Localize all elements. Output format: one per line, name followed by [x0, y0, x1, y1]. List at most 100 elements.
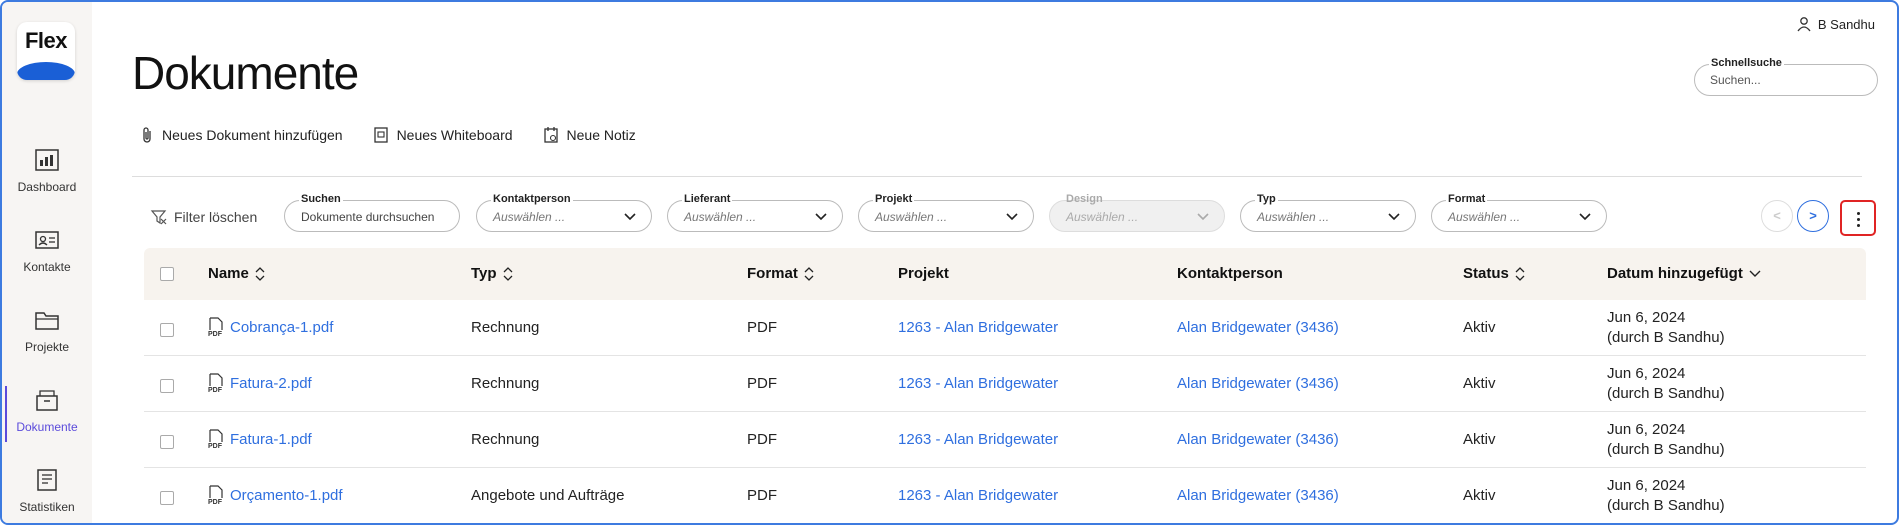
- column-header-type[interactable]: Typ: [471, 265, 513, 282]
- search-filter[interactable]: Suchen Dokumente durchsuchen: [284, 193, 460, 232]
- format-cell: PDF: [747, 375, 777, 392]
- previous-page-button[interactable]: <: [1761, 200, 1793, 232]
- type-cell: Rechnung: [471, 431, 540, 448]
- supplier-filter[interactable]: Lieferant Auswählen ...: [667, 193, 843, 232]
- column-header-label: Status: [1463, 265, 1509, 282]
- sidebar-item-dokumente[interactable]: Dokumente: [2, 386, 92, 458]
- project-link[interactable]: 1263 - Alan Bridgewater: [898, 375, 1058, 392]
- select-all-checkbox[interactable]: [160, 267, 174, 281]
- row-checkbox[interactable]: [160, 435, 174, 449]
- row-checkbox[interactable]: [160, 491, 174, 505]
- kebab-dot: [1857, 212, 1860, 215]
- table-row[interactable]: PDF Fatura-2.pdf Rechnung PDF 1263 - Ala…: [144, 356, 1866, 412]
- dashboard-icon: [35, 149, 59, 171]
- column-header-label: Datum hinzugefügt: [1607, 265, 1743, 282]
- app-logo[interactable]: Flex: [17, 22, 75, 80]
- type-filter[interactable]: Typ Auswählen ...: [1240, 193, 1416, 232]
- kebab-dot: [1857, 218, 1860, 221]
- quicksearch-input[interactable]: [1710, 73, 1860, 87]
- svg-text:PDF: PDF: [208, 499, 223, 505]
- sidebar-item-kontakte[interactable]: Kontakte: [2, 228, 92, 298]
- document-link[interactable]: Fatura-2.pdf: [230, 375, 312, 392]
- sidebar-item-label: Statistiken: [19, 500, 75, 514]
- sidebar-item-statistiken[interactable]: Statistiken: [2, 468, 92, 523]
- logo-wave: [17, 62, 75, 80]
- contact-filter-label: Kontaktperson: [491, 193, 573, 205]
- user-menu[interactable]: B Sandhu: [1796, 16, 1875, 32]
- document-link[interactable]: Cobrança-1.pdf: [230, 319, 333, 336]
- project-link[interactable]: 1263 - Alan Bridgewater: [898, 431, 1058, 448]
- note-icon: [543, 127, 558, 143]
- column-header-date[interactable]: Datum hinzugefügt: [1607, 265, 1761, 282]
- format-filter-label: Format: [1446, 193, 1488, 205]
- row-checkbox[interactable]: [160, 323, 174, 337]
- column-header-label: Kontaktperson: [1177, 265, 1283, 282]
- more-options-button[interactable]: [1840, 200, 1876, 236]
- format-cell: PDF: [747, 319, 777, 336]
- project-filter[interactable]: Projekt Auswählen ...: [858, 193, 1034, 232]
- design-filter-value: Auswählen ...: [1066, 210, 1139, 224]
- sidebar-item-dashboard[interactable]: Dashboard: [2, 148, 92, 218]
- column-header-status[interactable]: Status: [1463, 265, 1525, 282]
- new-whiteboard-label: Neues Whiteboard: [396, 127, 513, 143]
- svg-text:PDF: PDF: [208, 443, 223, 449]
- folder-icon: [35, 312, 59, 330]
- date-cell: Jun 6, 2024 (durch B Sandhu): [1607, 420, 1725, 460]
- column-header-project: Projekt: [898, 265, 949, 282]
- date-value: Jun 6, 2024: [1607, 477, 1686, 494]
- quicksearch-field[interactable]: Schnellsuche: [1694, 57, 1878, 96]
- date-value: Jun 6, 2024: [1607, 365, 1686, 382]
- next-page-button[interactable]: >: [1797, 200, 1829, 232]
- add-document-label: Neues Dokument hinzufügen: [162, 127, 343, 143]
- contact-link[interactable]: Alan Bridgewater (3436): [1177, 487, 1339, 504]
- status-cell: Aktiv: [1463, 487, 1496, 504]
- format-filter[interactable]: Format Auswählen ...: [1431, 193, 1607, 232]
- table-row[interactable]: PDF Orçamento-1.pdf Angebote und Aufträg…: [144, 468, 1866, 523]
- added-by: (durch B Sandhu): [1607, 441, 1725, 458]
- date-value: Jun 6, 2024: [1607, 309, 1686, 326]
- contact-filter[interactable]: Kontaktperson Auswählen ...: [476, 193, 652, 232]
- column-header-format[interactable]: Format: [747, 265, 814, 282]
- project-filter-label: Projekt: [873, 193, 915, 205]
- contact-card-icon: [35, 231, 59, 249]
- table-row[interactable]: PDF Cobrança-1.pdf Rechnung PDF 1263 - A…: [144, 300, 1866, 356]
- design-filter-label: Design: [1066, 193, 1103, 205]
- kebab-dot: [1857, 224, 1860, 227]
- new-whiteboard-button[interactable]: Neues Whiteboard: [373, 126, 513, 144]
- filter-clear-icon: [150, 210, 167, 225]
- status-cell: Aktiv: [1463, 375, 1496, 392]
- contact-link[interactable]: Alan Bridgewater (3436): [1177, 375, 1339, 392]
- contact-link[interactable]: Alan Bridgewater (3436): [1177, 319, 1339, 336]
- project-link[interactable]: 1263 - Alan Bridgewater: [898, 319, 1058, 336]
- document-link[interactable]: Fatura-1.pdf: [230, 431, 312, 448]
- table-row[interactable]: PDF Fatura-1.pdf Rechnung PDF 1263 - Ala…: [144, 412, 1866, 468]
- user-name: B Sandhu: [1817, 16, 1875, 32]
- column-header-name[interactable]: Name: [208, 265, 265, 282]
- format-cell: PDF: [747, 431, 777, 448]
- document-actions: Neues Dokument hinzufügen Neues Whiteboa…: [140, 126, 636, 144]
- clear-filters-button[interactable]: Filter löschen: [150, 208, 257, 226]
- document-link[interactable]: Orçamento-1.pdf: [230, 487, 343, 504]
- contact-link[interactable]: Alan Bridgewater (3436): [1177, 431, 1339, 448]
- statistics-icon: [37, 469, 57, 491]
- new-note-label: Neue Notiz: [566, 127, 636, 143]
- sidebar-item-label: Dokumente: [16, 420, 78, 434]
- search-filter-label: Suchen: [299, 193, 343, 205]
- date-cell: Jun 6, 2024 (durch B Sandhu): [1607, 476, 1725, 516]
- new-note-button[interactable]: Neue Notiz: [543, 126, 636, 144]
- add-document-button[interactable]: Neues Dokument hinzufügen: [140, 126, 343, 144]
- project-link[interactable]: 1263 - Alan Bridgewater: [898, 487, 1058, 504]
- type-cell: Rechnung: [471, 319, 540, 336]
- added-by: (durch B Sandhu): [1607, 329, 1725, 346]
- document-name-cell: PDF Fatura-1.pdf: [208, 429, 312, 449]
- sidebar-item-label: Kontakte: [23, 260, 71, 274]
- pdf-file-icon: PDF: [208, 317, 223, 337]
- document-name-cell: PDF Fatura-2.pdf: [208, 373, 312, 393]
- search-filter-value: Dokumente durchsuchen: [301, 210, 435, 224]
- status-cell: Aktiv: [1463, 319, 1496, 336]
- row-checkbox[interactable]: [160, 379, 174, 393]
- sidebar-item-projekte[interactable]: Projekte: [2, 308, 92, 378]
- sort-icon: [1515, 266, 1525, 281]
- column-header-label: Projekt: [898, 265, 949, 282]
- document-name-cell: PDF Orçamento-1.pdf: [208, 485, 343, 505]
